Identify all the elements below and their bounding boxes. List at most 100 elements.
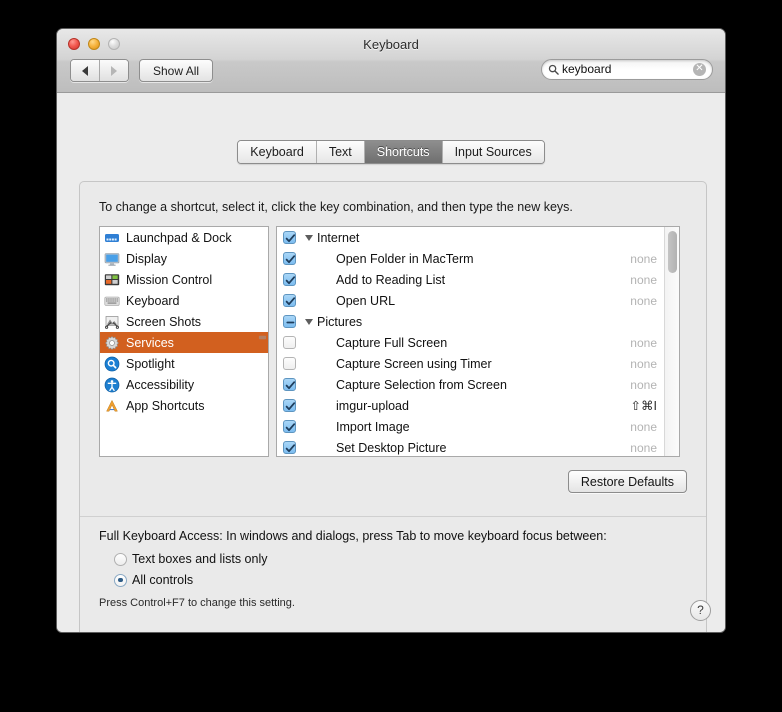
shortcut-key[interactable]: none — [630, 441, 657, 455]
shortcut-key[interactable]: none — [630, 294, 657, 308]
sidebar-item-label: Display — [126, 251, 167, 266]
search-input[interactable]: keyboard — [562, 63, 693, 76]
shortcut-key[interactable]: none — [630, 336, 657, 350]
search-field[interactable]: keyboard ✕ — [541, 59, 713, 80]
tab-text[interactable]: Text — [315, 141, 364, 163]
shortcut-row[interactable]: Capture Full Screen none — [277, 332, 679, 353]
radio-button-selected[interactable] — [114, 573, 127, 587]
sidebar-item-launchpad-dock[interactable]: Launchpad & Dock — [100, 227, 268, 248]
back-button[interactable] — [71, 60, 99, 81]
launchpad-dock-icon — [105, 233, 119, 242]
tab-shortcuts[interactable]: Shortcuts — [363, 141, 442, 163]
shortcut-group-row[interactable]: Internet — [277, 227, 679, 248]
shortcut-label: Open URL — [336, 293, 396, 308]
window-titlebar: Keyboard Show All keyboard ✕ — [57, 29, 725, 93]
shortcut-key[interactable]: none — [630, 273, 657, 287]
shortcut-label: Capture Full Screen — [336, 335, 448, 350]
sidebar-item-label: Services — [126, 335, 174, 350]
full-keyboard-access-title: Full Keyboard Access: In windows and dia… — [99, 529, 607, 543]
services-gear-icon — [105, 335, 119, 350]
shortcut-label: Import Image — [336, 419, 410, 434]
shortcut-checkbox[interactable] — [283, 252, 296, 265]
shortcut-row[interactable]: imgur-upload ⇧⌘I — [277, 395, 679, 416]
shortcut-label: Set Desktop Picture — [336, 440, 447, 455]
shortcut-key[interactable]: ⇧⌘I — [631, 398, 657, 413]
shortcut-checkbox[interactable] — [283, 420, 296, 433]
disclosure-triangle-icon[interactable] — [305, 318, 313, 325]
sidebar-item-services[interactable]: Services — [100, 332, 268, 353]
dash-icon — [286, 321, 295, 324]
section-divider — [80, 516, 706, 517]
group-checkbox-mixed[interactable] — [283, 315, 296, 328]
radio-button[interactable] — [114, 552, 127, 566]
shortcut-group-label: Pictures — [317, 314, 363, 329]
shortcut-list-scrollbar[interactable] — [664, 227, 679, 456]
shortcut-group-label: Internet — [317, 230, 360, 245]
radio-label: All controls — [132, 573, 194, 587]
sidebar-item-app-shortcuts[interactable]: App Shortcuts — [100, 395, 268, 416]
checkmark-icon — [285, 297, 296, 306]
show-all-button[interactable]: Show All — [139, 59, 214, 82]
scrollbar-thumb[interactable] — [668, 231, 677, 273]
shortcut-row[interactable]: Import Image none — [277, 416, 679, 437]
shortcut-checkbox[interactable] — [283, 357, 296, 370]
shortcut-label: Open Folder in MacTerm — [336, 251, 474, 266]
shortcut-key[interactable]: none — [630, 357, 657, 371]
shortcut-checkbox[interactable] — [283, 378, 296, 391]
sidebar-item-spotlight[interactable]: Spotlight — [100, 353, 268, 374]
shortcut-key[interactable]: none — [630, 252, 657, 266]
forward-arrow-icon — [111, 65, 117, 76]
radio-text-boxes-and-lists-only[interactable]: Text boxes and lists only — [114, 552, 268, 566]
mission-control-icon — [104, 273, 120, 285]
shortcut-row[interactable]: Open Folder in MacTerm none — [277, 248, 679, 269]
restore-defaults-button[interactable]: Restore Defaults — [567, 470, 687, 493]
tab-keyboard[interactable]: Keyboard — [238, 141, 316, 163]
sidebar-item-display[interactable]: Display — [100, 248, 268, 269]
back-arrow-icon — [82, 65, 88, 76]
shortcut-label: Add to Reading List — [336, 272, 446, 287]
shortcut-category-list[interactable]: Launchpad & Dock Display Mission Control… — [99, 226, 269, 457]
shortcut-checkbox[interactable] — [283, 399, 296, 412]
tab-input-sources[interactable]: Input Sources — [441, 141, 544, 163]
toolbar: Show All — [70, 59, 214, 82]
instruction-text: To change a shortcut, select it, click t… — [99, 200, 573, 214]
shortcut-checkbox[interactable] — [283, 273, 296, 286]
sidebar-item-mission-control[interactable]: Mission Control — [100, 269, 268, 290]
disclosure-triangle-icon[interactable] — [305, 234, 313, 241]
shortcut-checkbox[interactable] — [283, 294, 296, 307]
screen-shots-icon — [104, 315, 119, 329]
radio-label: Text boxes and lists only — [132, 552, 268, 566]
shortcut-list[interactable]: Internet Open Folder in MacTerm none Add… — [276, 226, 680, 457]
shortcut-row[interactable]: Capture Selection from Screen none — [277, 374, 679, 395]
sidebar-item-keyboard[interactable]: Keyboard — [100, 290, 268, 311]
checkmark-icon — [285, 402, 296, 411]
shortcut-checkbox[interactable] — [283, 441, 296, 454]
lists-container: Launchpad & Dock Display Mission Control… — [99, 226, 680, 457]
checkmark-icon — [285, 234, 296, 243]
shortcuts-panel: To change a shortcut, select it, click t… — [79, 181, 707, 632]
shortcut-row[interactable]: Set Desktop Picture none — [277, 437, 679, 456]
checkmark-icon — [285, 276, 296, 285]
shortcut-row[interactable]: Capture Screen using Timer none — [277, 353, 679, 374]
sidebar-item-label: Mission Control — [126, 272, 213, 287]
shortcut-key[interactable]: none — [630, 420, 657, 434]
group-checkbox[interactable] — [283, 231, 296, 244]
sidebar-item-label: App Shortcuts — [126, 398, 205, 413]
shortcut-checkbox[interactable] — [283, 336, 296, 349]
radio-all-controls[interactable]: All controls — [114, 573, 193, 587]
sidebar-item-accessibility[interactable]: Accessibility — [100, 374, 268, 395]
shortcut-key[interactable]: none — [630, 378, 657, 392]
full-keyboard-access-note: Press Control+F7 to change this setting. — [99, 597, 295, 609]
sidebar-item-screen-shots[interactable]: Screen Shots — [100, 311, 268, 332]
navigation-segmented-control[interactable] — [70, 59, 129, 82]
help-button[interactable]: ? — [690, 600, 711, 621]
accessibility-icon — [104, 377, 120, 392]
shortcut-row[interactable]: Open URL none — [277, 290, 679, 311]
sidebar-item-label: Screen Shots — [126, 314, 202, 329]
window-body: Keyboard Text Shortcuts Input Sources To… — [57, 93, 725, 632]
shortcut-group-row[interactable]: Pictures — [277, 311, 679, 332]
clear-search-icon[interactable]: ✕ — [693, 63, 706, 76]
checkmark-icon — [285, 423, 296, 432]
spotlight-icon — [104, 356, 120, 371]
shortcut-row[interactable]: Add to Reading List none — [277, 269, 679, 290]
